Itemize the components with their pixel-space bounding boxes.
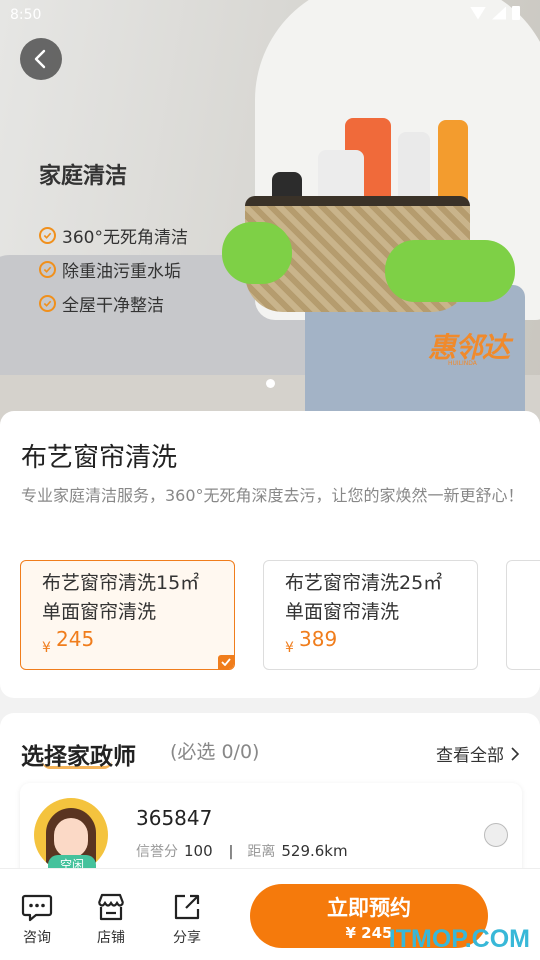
back-button[interactable] (20, 38, 62, 80)
package-option-price: ¥ 245 (42, 627, 234, 656)
staff-section-title: 选择家政师 (21, 744, 136, 770)
glove-illustration (385, 240, 515, 302)
check-circle-icon (39, 226, 56, 244)
credit-label: 信誉分 (136, 844, 178, 860)
promo-feature-label: 全屋干净整洁 (62, 295, 164, 316)
shop-label: 店铺 (97, 930, 125, 946)
chevron-right-icon (511, 746, 520, 761)
battery-icon (512, 6, 520, 20)
worker-id: 365847 (136, 806, 213, 830)
status-bar: 8:50 (0, 0, 540, 32)
package-option[interactable]: 布艺窗帘清洗25㎡ 单面窗帘清洗 ¥ 389 (263, 560, 478, 670)
promo-feature-label: 360°无死角清洁 (62, 227, 188, 248)
view-all-link[interactable]: 查看全部 (436, 741, 520, 766)
package-option-name: 布艺窗帘清洗15㎡ (42, 572, 200, 594)
currency-symbol: ¥ (42, 640, 51, 656)
promo-title: 家庭清洁 (39, 164, 128, 189)
book-now-label: 立即预约 (327, 896, 411, 920)
promo-feature: 全屋干净整洁 (39, 286, 188, 320)
promo-feature: 360°无死角清洁 (39, 218, 188, 252)
promo-feature-list: 360°无死角清洁 除重油污重水垢 全屋干净整洁 (39, 218, 188, 320)
share-label: 分享 (173, 930, 201, 946)
package-option-partial[interactable] (506, 560, 540, 670)
brand-logo-sub: HUILINDA (448, 360, 477, 367)
promo-feature: 除重油污重水垢 (39, 252, 188, 286)
product-description: 专业家庭清洁服务，360°无死角深度去污，让您的家焕然一新更舒心！ (21, 486, 524, 505)
store-icon (97, 893, 125, 921)
share-icon (174, 894, 200, 920)
package-option-price: ¥ 389 (285, 627, 477, 656)
product-title: 布艺窗帘清洗 (21, 443, 178, 473)
package-option-name: 布艺窗帘清洗25㎡ (285, 572, 443, 594)
distance-label: 距离 (247, 844, 276, 860)
shop-button[interactable]: 店铺 (87, 891, 135, 947)
worker-meta: 信誉分 100 | 距离 529.6km (136, 841, 348, 861)
carousel-indicator-dot[interactable] (266, 379, 275, 388)
selected-check-icon (218, 655, 234, 669)
share-button[interactable]: 分享 (163, 891, 211, 947)
product-card: 布艺窗帘清洗 专业家庭清洁服务，360°无死角深度去污，让您的家焕然一新更舒心！… (0, 411, 540, 698)
staff-requirement: (必选 0/0) (170, 741, 260, 763)
price-value: 245 (56, 627, 95, 651)
price-value: 389 (299, 627, 338, 651)
distance-value: 529.6km (281, 842, 348, 860)
meta-divider: | (228, 844, 234, 860)
currency-symbol: ¥ (285, 640, 294, 656)
credit-value: 100 (184, 842, 213, 860)
hero-banner[interactable]: 惠邻达 HUILINDA 8:50 家庭清洁 360°无死角清洁 除重油污重水垢 (0, 0, 540, 430)
signal-icon (492, 6, 506, 20)
glove-illustration (222, 222, 292, 284)
watermark: ITMOP.COM (388, 925, 530, 953)
wifi-icon (470, 6, 486, 20)
status-icons (470, 6, 520, 20)
consult-button[interactable]: 咨询 (13, 891, 61, 947)
package-option-type: 单面窗帘清洗 (42, 601, 157, 623)
back-arrow-icon (34, 49, 46, 69)
check-circle-icon (39, 294, 56, 312)
bottom-action-bar: 咨询 店铺 分享 立即预约 ¥ 245 ITMOP.COM (0, 868, 540, 960)
consult-label: 咨询 (23, 930, 51, 946)
package-options: 布艺窗帘清洗15㎡ 单面窗帘清洗 ¥ 245 布艺窗帘清洗25㎡ 单面窗帘清洗 … (20, 560, 540, 670)
package-option[interactable]: 布艺窗帘清洗15㎡ 单面窗帘清洗 ¥ 245 (20, 560, 235, 670)
check-circle-icon (39, 260, 56, 278)
status-time: 8:50 (10, 7, 42, 23)
view-all-label: 查看全部 (436, 746, 504, 766)
package-option-type: 单面窗帘清洗 (285, 601, 400, 623)
promo-feature-label: 除重油污重水垢 (62, 261, 181, 282)
chat-icon (21, 894, 53, 922)
worker-select-radio[interactable] (484, 823, 508, 847)
